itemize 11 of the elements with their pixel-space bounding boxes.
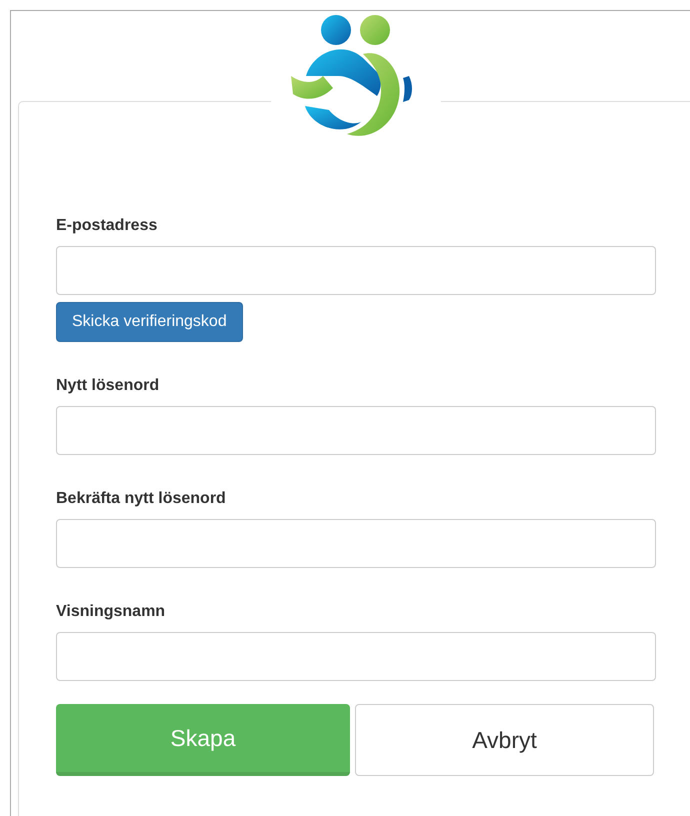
field-label: Nytt lösenord [56, 376, 160, 396]
field-label: Visningsnamn [56, 602, 166, 622]
input-field[interactable] [56, 519, 656, 568]
input-field[interactable] [56, 406, 656, 455]
input-field[interactable] [56, 246, 656, 295]
cancel-button[interactable]: Avbryt [355, 704, 654, 776]
field-label: E-postadress [56, 216, 158, 236]
create-button[interactable]: Skapa [56, 704, 350, 776]
field-label: Bekräfta nytt lösenord [56, 489, 227, 509]
input-field[interactable] [56, 632, 656, 681]
send-code-button[interactable]: Skicka verifieringskod [56, 302, 243, 342]
